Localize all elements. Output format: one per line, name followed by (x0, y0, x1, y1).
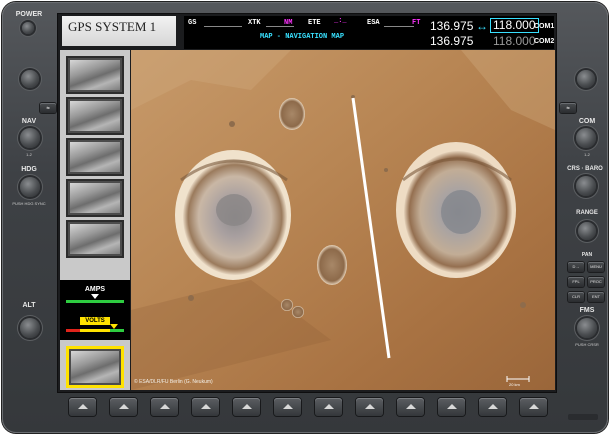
power-knob[interactable] (22, 22, 34, 34)
volts-label: VOLTS (80, 317, 110, 325)
hdg-label: HDG (21, 166, 37, 173)
softkey-8[interactable] (356, 398, 383, 416)
com1-label: COM1 (534, 23, 555, 30)
crs-baro-knob[interactable] (576, 176, 596, 196)
hdg-sub-label: PUSH HDG SYNC (12, 201, 46, 206)
range-label: RANGE (576, 210, 598, 216)
bezel-notch (568, 414, 598, 420)
pan-label: PAN (581, 252, 593, 258)
ete-value: _:_ (334, 17, 347, 25)
softkey-1[interactable] (69, 398, 96, 416)
menu-button[interactable]: MENU (588, 262, 604, 272)
direct-to-button[interactable]: D→ (568, 262, 584, 272)
volts-scale-red (66, 329, 80, 332)
amps-scale (66, 300, 124, 303)
gs-label: GS (188, 19, 197, 27)
thumbnail-1[interactable] (66, 56, 124, 94)
page-title: GPS SYSTEM 1 (62, 16, 176, 46)
com-volume-knob[interactable] (577, 70, 595, 88)
proc-button[interactable]: PROC (588, 277, 604, 287)
electrical-gauge-panel: AMPS VOLTS (60, 280, 130, 340)
thumbnail-selected[interactable] (66, 346, 124, 388)
nav-volume-knob[interactable] (21, 70, 39, 88)
range-knob[interactable] (578, 222, 596, 240)
com-swap-button[interactable]: ⇆ (560, 103, 576, 113)
nav-swap-button[interactable]: ⇆ (40, 103, 56, 113)
com-sub-label: 1-2 (584, 152, 590, 157)
navigation-map[interactable]: © ESA/DLR/FU Berlin (G. Neukum) 20 km (131, 50, 555, 390)
com1-active-freq: 136.975 (430, 19, 474, 33)
nav-status-bar: GS XTK NM ETE _:_ ESA FT MAP - NAVIGATIO… (184, 16, 554, 49)
softkey-5[interactable] (233, 398, 260, 416)
softkey-10[interactable] (438, 398, 465, 416)
clr-button[interactable]: CLR (568, 292, 584, 302)
softkey-row (58, 394, 556, 422)
volts-scale-yellow (80, 329, 110, 332)
ent-button[interactable]: ENT (588, 292, 604, 302)
scale-label: 20 km (509, 382, 520, 387)
hdg-knob[interactable] (20, 177, 40, 197)
power-label: POWER (15, 11, 43, 18)
softkey-7[interactable] (315, 398, 342, 416)
softkey-12[interactable] (520, 398, 547, 416)
gs-field (204, 18, 242, 27)
fms-label: FMS (579, 307, 595, 314)
esa-field (384, 18, 414, 27)
fms-knob[interactable] (577, 318, 597, 338)
swap-icon[interactable]: ↔ (476, 19, 488, 33)
nav-knob[interactable] (20, 128, 40, 148)
xtk-label: XTK (248, 19, 261, 27)
fpl-button[interactable]: FPL (568, 277, 584, 287)
nav-label: NAV (21, 118, 37, 125)
com1-standby-freq[interactable]: 118.000 (490, 18, 539, 33)
thumbnail-2[interactable] (66, 97, 124, 135)
com-knob[interactable] (576, 128, 596, 148)
amps-label: AMPS (84, 286, 106, 293)
softkey-9[interactable] (397, 398, 424, 416)
com2-label: COM2 (534, 38, 555, 45)
softkey-6[interactable] (274, 398, 301, 416)
ete-label: ETE (308, 19, 321, 27)
thumbnail-5[interactable] (66, 220, 124, 258)
softkey-11[interactable] (479, 398, 506, 416)
esa-unit: FT (412, 19, 421, 27)
softkey-2[interactable] (110, 398, 137, 416)
xtk-unit: NM (284, 19, 293, 27)
crs-baro-label: CRS · BARO (567, 166, 603, 172)
nav-sub-label: 1-2 (26, 152, 32, 157)
alt-label: ALT (22, 302, 36, 309)
crater-terrain-image (131, 50, 555, 390)
thumbnail-4[interactable] (66, 179, 124, 217)
map-page-title: MAP - NAVIGATION MAP (260, 33, 345, 41)
volts-scale-green (110, 329, 124, 332)
amps-pointer-icon (91, 294, 99, 299)
com-label: COM (578, 118, 596, 125)
com2-standby-freq[interactable]: 118.000 (493, 34, 536, 48)
esa-label: ESA (367, 19, 380, 27)
com2-active-freq: 136.975 (430, 34, 474, 48)
image-credit: © ESA/DLR/FU Berlin (G. Neukum) (134, 379, 213, 385)
fms-sub-label: PUSH CRSR (575, 342, 599, 347)
softkey-3[interactable] (151, 398, 178, 416)
alt-knob[interactable] (20, 318, 40, 338)
softkey-4[interactable] (192, 398, 219, 416)
thumbnail-3[interactable] (66, 138, 124, 176)
